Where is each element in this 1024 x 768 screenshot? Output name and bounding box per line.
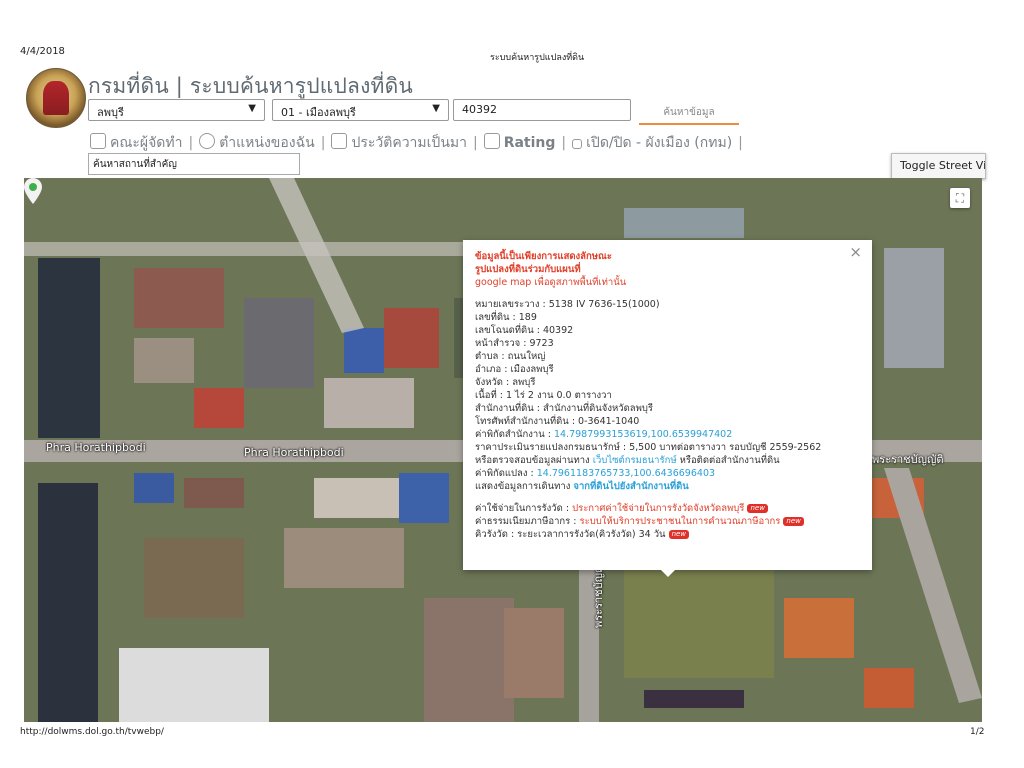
tax-calc-link[interactable]: ระบบให้บริการประชาชนในการคำนวณภาษีอากร — [580, 516, 781, 527]
print-page-title: ระบบค้นหารูปแปลงที่ดิน — [490, 53, 585, 63]
team-icon — [90, 133, 106, 149]
field-appraisal: ราคาประเมินรายแปลงกรมธนารักษ์ : 5,500 บา… — [475, 442, 822, 453]
field-office-phone: โทรศัพท์สำนักงานที่ดิน : 0-3641-1040 — [475, 416, 640, 427]
field-land-no: เลขที่ดิน : 189 — [475, 312, 537, 323]
field-province: จังหวัด : ลพบุรี — [475, 377, 536, 388]
toggle-street-view-button[interactable]: Toggle Street Vi — [891, 153, 986, 179]
toolbar-links: คณะผู้จัดทำ | ตำแหน่งของฉัน | ประวัติความเป็… — [90, 132, 749, 154]
map-marker-icon[interactable] — [24, 178, 42, 204]
new-badge: new — [783, 517, 804, 526]
rating-link[interactable]: Rating — [483, 133, 555, 151]
field-area: เนื้อที่ : 1 ไร่ 2 งาน 0.0 ตารางวา — [475, 390, 612, 401]
treasury-website-link[interactable]: เว็บไซต์กรมธนารักษ์ — [593, 455, 677, 466]
checkbox-icon — [572, 139, 583, 149]
search-button[interactable]: ค้นหาข้อมูล — [639, 99, 739, 125]
parcel-coord-link[interactable]: 14.7961183765733,100.6436696403 — [537, 468, 715, 479]
field-map-sheet: หมายเลขระวาง : 5138 IV 7636-15(1000) — [475, 299, 660, 310]
province-value: ลพบุรี — [97, 106, 124, 119]
field-subdistrict: ตำบล : ถนนใหญ่ — [475, 351, 546, 362]
field-office-coord: ค่าพิกัดสำนักงาน : 14.7987993153619,100.… — [475, 429, 733, 440]
field-survey-queue: คิวรังวัด : ระยะเวลาการรังวัด(คิวรังวัด)… — [475, 528, 860, 541]
credits-link[interactable]: คณะผู้จัดทำ — [90, 133, 182, 151]
my-location-link[interactable]: ตำแหน่งของฉัน — [199, 133, 315, 151]
department-logo — [26, 68, 86, 128]
district-value: 01 - เมืองลพบุรี — [281, 106, 356, 119]
district-select[interactable]: 01 - เมืองลพบุรี ▼ — [272, 99, 449, 121]
new-badge: new — [747, 504, 768, 513]
office-coord-link[interactable]: 14.7987993153619,100.6539947402 — [554, 429, 732, 440]
field-survey-fee: ค่าใช้จ่ายในการรังวัด : ประกาศค่าใช้จ่าย… — [475, 502, 860, 515]
notice-line: google map เพื่อดูสภาพพื้นที่เท่านั้น — [475, 277, 627, 288]
field-deed-no: เลขโฉนดที่ดิน : 40392 — [475, 325, 574, 336]
fee-announcement-link[interactable]: ประกาศค่าใช้จ่ายในการรังวัดจังหวัดลพบุรี — [572, 503, 744, 514]
landmark-placeholder: ค้นหาสถานที่สำคัญ — [93, 159, 177, 170]
province-select[interactable]: ลพบุรี ▼ — [88, 99, 265, 121]
fullscreen-icon[interactable]: ⛶ — [950, 188, 970, 208]
new-badge: new — [668, 530, 690, 539]
route-link[interactable]: จากที่ดินไปยังสำนักงานที่ดิน — [573, 481, 688, 492]
toggle-layer-link[interactable]: เปิด/ปิด - ผังเมือง (กทม) — [572, 135, 732, 151]
parcel-number-value: 40392 — [462, 103, 497, 116]
parcel-number-input[interactable]: 40392 — [453, 99, 631, 121]
location-icon — [199, 133, 216, 149]
chevron-down-icon: ▼ — [432, 103, 440, 114]
road-label: Phra Horathipbodi — [244, 446, 344, 459]
parcel-info-popup: × ข้อมูลนี้เป็นเพียงการแสดงลักษณะ รูปแปล… — [463, 240, 872, 570]
field-land-office: สำนักงานที่ดิน : สำนักงานที่ดินจังหวัดลพ… — [475, 403, 653, 414]
rating-icon — [483, 133, 500, 149]
print-date: 4/4/2018 — [20, 46, 65, 57]
field-tax: ค่าธรรมเนียมภาษีอากร : ระบบให้บริการประช… — [475, 515, 860, 528]
road-label: Phra Horathipbodi — [46, 441, 146, 454]
print-page-number: 1/2 — [970, 727, 985, 737]
notice-line: รูปแปลงที่ดินร่วมกับแผนที่ — [475, 264, 581, 275]
field-check: หรือตรวจสอบข้อมูลผ่านทาง เว็บไซต์กรมธนาร… — [475, 455, 780, 466]
history-link[interactable]: ประวัติความเป็นมา — [331, 133, 467, 151]
field-district: อำเภอ : เมืองลพบุรี — [475, 364, 554, 375]
chevron-down-icon: ▼ — [248, 103, 256, 114]
field-survey-page: หน้าสำรวจ : 9723 — [475, 338, 554, 349]
landmark-search-input[interactable]: ค้นหาสถานที่สำคัญ — [88, 153, 300, 175]
popup-pointer — [660, 569, 676, 577]
field-parcel-coord: ค่าพิกัดแปลง : 14.7961183765733,100.6436… — [475, 468, 716, 479]
field-route: แสดงข้อมูลการเดินทาง จากที่ดินไปยังสำนัก… — [475, 481, 689, 492]
notice-line: ข้อมูลนี้เป็นเพียงการแสดงลักษณะ — [475, 251, 612, 262]
road-label: พระราชบัญญัติ — [872, 453, 944, 466]
history-icon — [331, 133, 348, 149]
print-url: http://dolwms.dol.go.th/tvwebp/ — [20, 727, 164, 737]
close-icon[interactable]: × — [849, 245, 862, 260]
